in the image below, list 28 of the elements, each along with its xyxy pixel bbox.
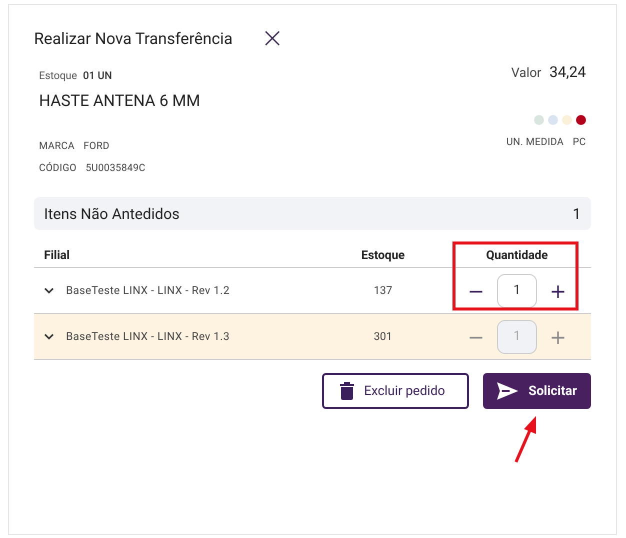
price-label: Valor (511, 66, 542, 81)
dialog-title: Realizar Nova Transferência (34, 28, 233, 48)
close-button[interactable]: × (260, 27, 284, 49)
branch-name: BaseTeste LINX - LINX - Rev 1.3 (66, 330, 230, 343)
section-count: 1 (572, 204, 581, 222)
trash-icon (340, 382, 354, 400)
code-value: 5U0035849C (86, 162, 146, 174)
delete-order-button[interactable]: Excluir pedido (322, 373, 469, 409)
price-value: 34,24 (549, 63, 586, 81)
quantity-field[interactable]: 1 (497, 274, 537, 308)
branch-name: BaseTeste LINX - LINX - Rev 1.2 (66, 284, 230, 297)
stock-value: 01 UN (83, 68, 112, 82)
unit-value: PC (572, 136, 586, 148)
code-label: CÓDIGO (39, 162, 77, 174)
stock-label: Estoque (39, 68, 78, 82)
decrement-button[interactable]: − (465, 278, 487, 302)
annotation-arrow (514, 416, 536, 463)
brand-value: FORD (84, 140, 110, 152)
chevron-icon[interactable] (44, 287, 54, 294)
send-icon (497, 382, 518, 400)
stock-cell-text: 137 (372, 283, 394, 299)
stock-cell-text: 301 (372, 329, 394, 345)
increment-button[interactable]: + (547, 278, 569, 302)
unit-label: UN. MEDIDA (506, 136, 564, 148)
product-name: HASTE ANTENA 6 MM (39, 91, 200, 111)
brand-label: MARCA (39, 140, 75, 152)
request-button[interactable]: Solicitar (483, 373, 591, 409)
section-title: Itens Não Antedidos (44, 204, 180, 222)
